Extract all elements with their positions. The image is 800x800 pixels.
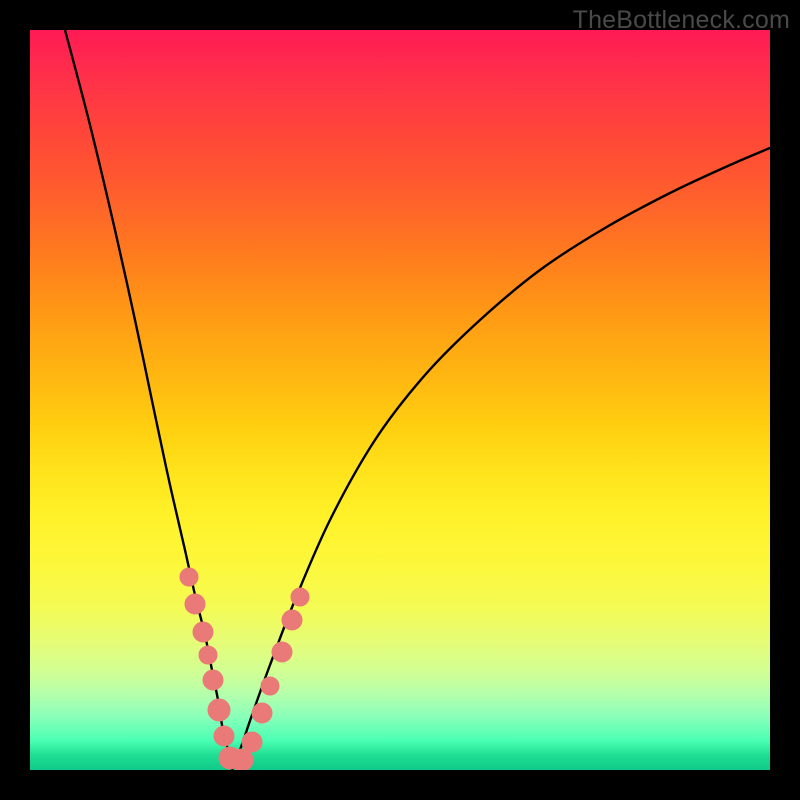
data-marker [242,732,262,752]
data-marker [208,699,230,721]
marker-group [180,568,309,770]
data-marker [199,646,217,664]
data-marker [272,642,292,662]
watermark-text: TheBottleneck.com [573,6,790,35]
data-marker [261,677,279,695]
data-marker [252,703,272,723]
right-branch-curve [232,148,770,770]
data-marker [185,594,205,614]
chart-frame: TheBottleneck.com [0,0,800,800]
plot-area [30,30,770,770]
data-marker [203,670,223,690]
data-marker [214,726,234,746]
data-marker [291,588,309,606]
data-marker [180,568,198,586]
curve-layer [30,30,770,770]
data-marker [193,622,213,642]
data-marker [282,610,302,630]
